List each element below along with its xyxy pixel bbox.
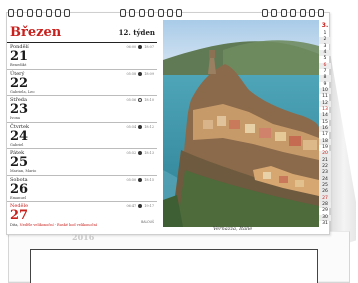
moon-phase-icon xyxy=(138,98,143,102)
sunset-time: 18:10 xyxy=(144,98,154,102)
ring xyxy=(308,9,315,17)
sunrise-time: 06:47 xyxy=(126,204,137,208)
ring xyxy=(176,9,183,17)
ring xyxy=(26,9,33,17)
nameday: Benedikt xyxy=(10,63,27,67)
sunset-time: 19:17 xyxy=(144,204,154,208)
day-row: Pondělí 21 Benedikt 06:00 18:07 xyxy=(7,43,157,70)
binding-rings-center xyxy=(120,9,183,19)
moon-phase-icon xyxy=(138,45,143,49)
day-number: 27 xyxy=(10,208,29,223)
day-number: 22 xyxy=(10,75,29,91)
week-number: 12. týden xyxy=(118,28,155,37)
mini-month-number: 3. xyxy=(321,22,329,29)
landscape-photo xyxy=(163,20,319,227)
nameday: Marian, Mario xyxy=(10,169,37,173)
sun-times: 05:54 18:12 xyxy=(126,124,154,129)
ring xyxy=(64,9,71,17)
ring xyxy=(36,9,43,17)
holiday-note: Dita, Neděle velikonoční - Ruské hod vel… xyxy=(10,223,97,227)
day-number: 25 xyxy=(10,155,29,170)
binding-rings-right xyxy=(262,9,325,19)
day-number: 23 xyxy=(10,102,29,117)
sun-times: 05:58 18:09 xyxy=(126,71,154,76)
mini-day-number: 31 xyxy=(322,220,328,226)
ring xyxy=(138,9,145,17)
sun-times: 06:00 18:07 xyxy=(126,45,154,49)
nameday: Ivona xyxy=(10,116,21,120)
day-row: Úterý 22 Gabriela, Leo 05:58 18:09 xyxy=(7,70,157,96)
sunrise-time: 05:52 xyxy=(126,151,137,155)
sunrise-time: 05:54 xyxy=(126,124,137,129)
day-list: Pondělí 21 Benedikt 06:00 18:07 Úterý 22… xyxy=(7,43,157,229)
day-row-sunday: Neděle 27 Dita, Neděle velikonoční - Rus… xyxy=(7,202,157,229)
mini-day-list: 1 2 3 4 5 6 7 8 9 10 11 12 13 14 15 16 17 18 19 20 21 22 23 24 2… xyxy=(319,31,331,227)
day-number: 24 xyxy=(10,128,29,144)
ring xyxy=(45,9,52,17)
ring xyxy=(290,9,297,17)
sun-times: 05:50 18:15 xyxy=(126,177,154,182)
sunrise-time: 06:00 xyxy=(126,45,137,49)
day-row: Středa 23 Ivona 05:56 18:10 xyxy=(7,96,157,123)
sunset-time: 18:13 xyxy=(144,151,154,155)
moon-phase-icon xyxy=(138,71,143,76)
ring xyxy=(271,9,278,17)
sunrise-time: 05:56 xyxy=(126,98,137,102)
ring xyxy=(262,9,268,17)
calendar-header: Březen 12. týden xyxy=(7,23,157,43)
photo-caption: Vernazza, Itálie xyxy=(213,226,253,232)
holiday-text: Neděle velikonoční - Ruské hod velikonoč… xyxy=(19,223,97,227)
moon-phase-icon xyxy=(138,151,143,155)
moon-phase-icon xyxy=(138,124,143,129)
ring xyxy=(157,9,164,17)
sun-times: 06:47 19:17 xyxy=(126,204,154,208)
brand-logo: BALOUŠ xyxy=(141,220,154,224)
moon-phase-icon xyxy=(138,177,143,182)
sunrise-time: 05:58 xyxy=(126,71,137,76)
sunset-time: 18:15 xyxy=(144,177,154,182)
day-row: Čtvrtek 24 Gabriel 05:54 18:12 xyxy=(7,123,157,149)
ring xyxy=(318,9,325,17)
ring xyxy=(120,9,126,17)
day-number: 21 xyxy=(10,49,29,64)
mini-month-strip: 3. 1 2 3 4 5 6 7 8 9 10 11 12 13 14 15 16 17 18 19 20 21 22 23… xyxy=(319,22,331,227)
ring xyxy=(17,9,24,17)
binding-rings-left xyxy=(8,9,71,19)
day-row: Sobota 26 Emanuel 05:50 18:15 xyxy=(7,176,157,202)
calendar-base-inner xyxy=(30,249,318,283)
ring xyxy=(8,9,14,17)
sunset-time: 18:09 xyxy=(144,71,154,76)
sunset-time: 18:12 xyxy=(144,124,154,129)
ring xyxy=(280,9,287,17)
vernazza-photo-illustration xyxy=(163,20,319,227)
ring xyxy=(148,9,155,17)
year-label: 2016 xyxy=(72,232,95,242)
nameday: Emanuel xyxy=(10,195,27,200)
nameday: Gabriela, Leo xyxy=(10,89,35,94)
nameday: Dita xyxy=(10,223,18,227)
sunset-time: 18:07 xyxy=(144,45,154,49)
ring xyxy=(299,9,306,17)
ring xyxy=(166,9,173,17)
day-number: 26 xyxy=(10,181,29,197)
month-title: Březen xyxy=(10,25,62,40)
day-row: Pátek 25 Marian, Mario 05:52 18:13 xyxy=(7,149,157,176)
ring xyxy=(54,9,61,17)
sunrise-time: 05:50 xyxy=(126,177,137,182)
moon-phase-icon xyxy=(138,204,143,208)
ring xyxy=(129,9,136,17)
sun-times: 05:56 18:10 xyxy=(126,98,154,102)
nameday: Gabriel xyxy=(10,142,24,147)
sun-times: 05:52 18:13 xyxy=(126,151,154,155)
